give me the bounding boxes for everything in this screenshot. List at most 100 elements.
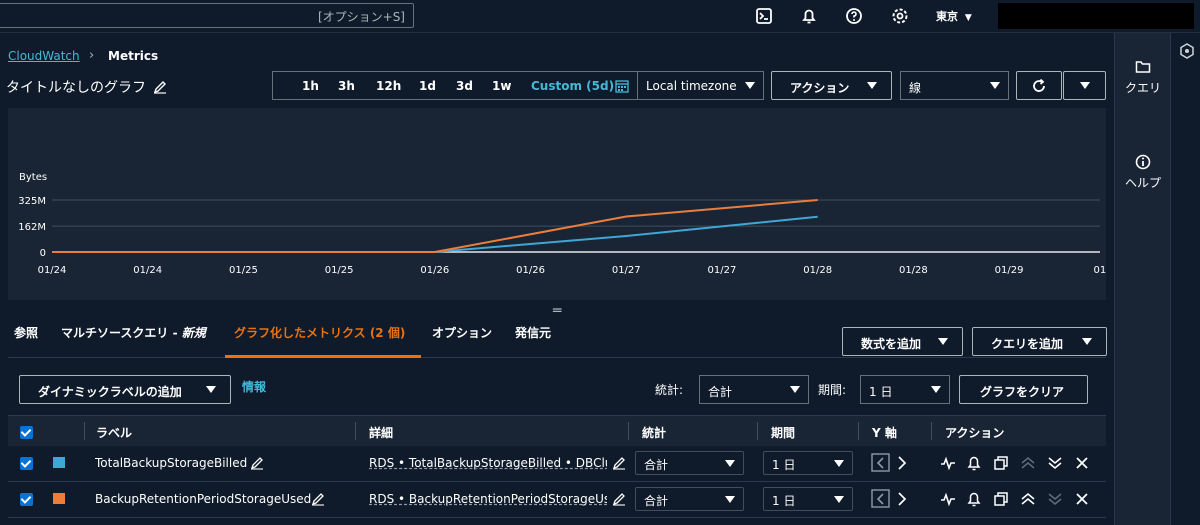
row-label[interactable]: BackupRetentionPeriodStorageUsed [95,492,311,506]
breadcrumb-current: Metrics [108,49,159,63]
timezone-select[interactable]: Local timezone [637,71,764,100]
x-tick-label: 01/2 [1094,265,1106,276]
caret-down-icon [1080,82,1090,89]
graph-title[interactable]: タイトルなしのグラフ [6,77,167,97]
row-details[interactable]: RDS • TotalBackupStorageBilled • DBClus [369,456,607,470]
caret-down-icon [206,386,216,393]
range-1w-button[interactable]: 1w [492,79,511,93]
create-alarm-bell-icon[interactable] [966,491,982,507]
x-tick-label: 01/24 [133,265,162,276]
help-icon[interactable] [844,6,864,26]
create-alarm-bell-icon[interactable] [966,455,982,471]
row-details[interactable]: RDS • BackupRetentionPeriodStorageUse [369,492,607,506]
duplicate-icon[interactable] [993,455,1009,471]
region-selector[interactable]: 東京 ▼ [936,8,972,24]
move-up-icon [1021,456,1035,469]
resize-handle-icon[interactable]: ═ [553,303,561,319]
query-panel-label: クエリ [1124,81,1161,95]
column-divider [757,422,758,440]
help-panel-button[interactable]: ヘルプ [1115,154,1171,191]
move-down-icon[interactable] [1047,455,1063,471]
tab-multi-source-query[interactable]: マルチソースクエリ - 新規 [61,324,206,341]
chart-type-select[interactable]: 線 [900,71,1009,100]
y-axis-right-icon[interactable] [894,455,910,471]
x-tick-label: 01/26 [420,265,449,276]
account-menu[interactable] [998,3,1194,29]
y-tick-label: 325M [18,196,46,207]
x-tick-label: 01/25 [229,265,258,276]
add-math-button[interactable]: 数式を追加 [842,327,963,356]
range-3d-button[interactable]: 3d [456,79,473,93]
range-3h-button[interactable]: 3h [338,79,355,93]
breadcrumb-cloudwatch-link[interactable]: CloudWatch [8,49,80,63]
row-period-select[interactable]: 1 日 [763,487,853,511]
anomaly-detection-icon[interactable] [940,455,956,471]
select-all-checkbox[interactable] [20,426,33,439]
stat-label: 統計: [655,383,684,397]
series-color-swatch[interactable] [53,457,65,468]
range-custom-button[interactable]: Custom (5d) [531,79,614,93]
notifications-icon[interactable] [799,6,819,26]
actions-dropdown-button[interactable]: アクション [771,71,892,100]
row-checkbox[interactable] [20,493,33,506]
add-dynamic-label-button[interactable]: ダイナミックラベルの追加 [19,375,231,404]
anomaly-detection-icon[interactable] [940,491,956,507]
caret-down-icon [725,460,735,467]
edit-pencil-icon[interactable] [311,492,325,506]
row-checkbox[interactable] [20,457,33,470]
series-line-TotalBackupStorageBilled [52,215,818,253]
duplicate-icon[interactable] [993,491,1009,507]
settings-gear-icon[interactable] [890,6,910,26]
edit-pencil-icon[interactable] [612,456,626,470]
x-tick-label: 01/28 [899,265,928,276]
tab-options[interactable]: オプション [432,324,492,341]
query-panel-button[interactable]: クエリ [1115,59,1171,96]
row-stat-select[interactable]: 合計 [635,487,744,511]
y-axis-left-icon[interactable] [871,489,891,509]
refresh-options-button[interactable] [1063,71,1106,100]
move-up-icon[interactable] [1020,491,1036,507]
tab-new-badge: 新規 [181,326,206,340]
y-axis-left-icon[interactable] [871,453,891,473]
y-axis-right-icon[interactable] [894,491,910,507]
tab-graphed-metrics[interactable]: グラフ化したメトリクス (2 個) [234,324,405,341]
graph-title-text: タイトルなしのグラフ [6,80,146,96]
edit-pencil-icon[interactable] [153,80,167,94]
tab-browse[interactable]: 参照 [14,324,38,341]
metrics-table-header: ラベル 詳細 統計 期間 Y 軸 アクション [8,415,1106,447]
actions-label: アクション [790,81,850,95]
row-stat-select[interactable]: 合計 [635,451,744,475]
feedback-hex-icon[interactable] [1179,43,1195,59]
period-select[interactable]: 1 日 [860,375,950,404]
range-1h-button[interactable]: 1h [302,79,319,93]
caret-down-icon [931,386,941,393]
add-query-button[interactable]: クエリを追加 [972,327,1107,356]
remove-close-icon[interactable] [1074,491,1090,507]
stat-select[interactable]: 合計 [699,375,809,404]
caret-down-icon: ▼ [964,13,972,23]
table-row: TotalBackupStorageBilled RDS • TotalBack… [8,446,1106,482]
cloudshell-icon[interactable] [754,6,774,26]
range-12h-button[interactable]: 12h [376,79,401,93]
search-input[interactable]: [オプション+S] [0,3,414,28]
row-period-select[interactable]: 1 日 [763,451,853,475]
add-query-label: クエリを追加 [991,337,1064,351]
clear-graph-button[interactable]: グラフをクリア [959,375,1088,404]
edit-pencil-icon[interactable] [612,492,626,506]
top-navigation-bar: [オプション+S] 東京 ▼ [0,0,1200,33]
x-tick-label: 01/29 [995,265,1024,276]
series-color-swatch[interactable] [53,493,65,504]
row-label[interactable]: TotalBackupStorageBilled [95,456,247,470]
x-tick-label: 01/27 [708,265,737,276]
edit-pencil-icon[interactable] [250,456,264,470]
info-link[interactable]: 情報 [242,378,266,395]
row-period-value: 1 日 [772,458,796,472]
refresh-icon [1033,78,1045,92]
range-1d-button[interactable]: 1d [419,79,436,93]
stat-select-value: 合計 [708,385,733,399]
remove-close-icon[interactable] [1074,455,1090,471]
tab-source[interactable]: 発信元 [515,324,551,341]
refresh-button[interactable] [1016,71,1062,100]
calendar-icon[interactable] [615,79,629,93]
caret-down-icon [867,82,877,89]
